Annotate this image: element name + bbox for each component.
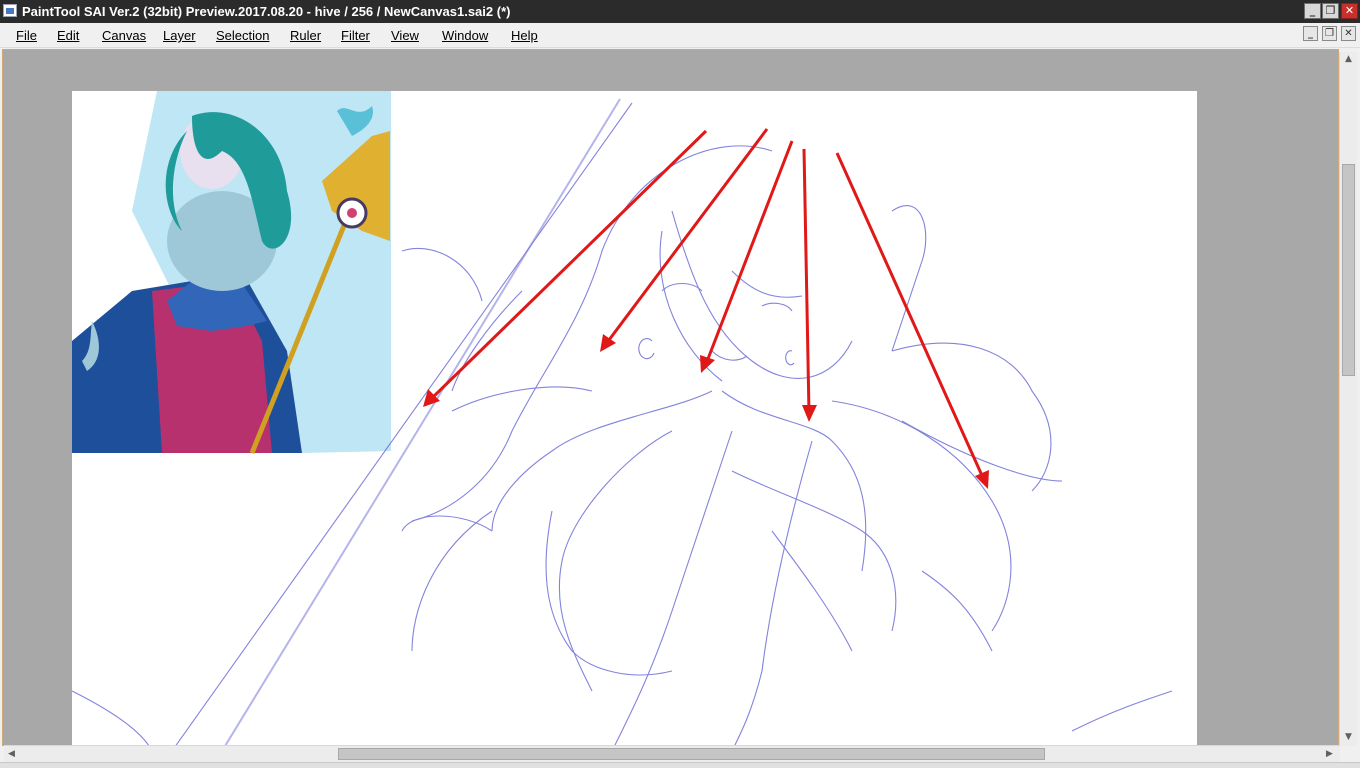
reference-image [72, 91, 391, 454]
menu-edit[interactable]: Edit [57, 28, 79, 43]
chevron-down-icon: ▼ [1345, 732, 1352, 742]
maximize-button[interactable]: ❐ [1322, 3, 1339, 19]
chevron-up-icon: ▲ [1345, 54, 1352, 64]
menu-bar: File Edit Canvas Layer Selection Ruler F… [0, 23, 1360, 48]
drawing-canvas[interactable] [72, 91, 1197, 745]
arrow-2 [600, 128, 769, 352]
scroll-down-button[interactable]: ▼ [1340, 730, 1357, 745]
menu-ruler[interactable]: Ruler [290, 28, 321, 43]
title-bar: PaintTool SAI Ver.2 (32bit) Preview.2017… [0, 0, 1360, 23]
app-icon[interactable] [3, 4, 17, 17]
restore-icon: ❐ [1325, 4, 1336, 17]
horizontal-scroll-thumb[interactable] [338, 748, 1045, 760]
menu-canvas[interactable]: Canvas [102, 28, 146, 43]
minimize-button[interactable]: _ [1304, 3, 1321, 19]
menu-help[interactable]: Help [511, 28, 538, 43]
chevron-right-icon: ▶ [1326, 749, 1333, 759]
annotation-arrows [423, 128, 989, 489]
canvas-artwork [72, 91, 1173, 745]
minimize-icon: _ [1308, 28, 1313, 39]
menu-file[interactable]: File [16, 28, 37, 43]
document-minimize-button[interactable]: _ [1303, 26, 1318, 41]
menu-window[interactable]: Window [442, 28, 488, 43]
arrow-4 [802, 148, 817, 422]
menu-view[interactable]: View [391, 28, 419, 43]
horizontal-scrollbar[interactable]: ◀ ▶ [4, 745, 1340, 762]
restore-icon: ❐ [1325, 28, 1334, 39]
close-icon: ✕ [1344, 4, 1355, 17]
canvas-workspace[interactable] [2, 49, 1339, 746]
arrow-5 [835, 152, 989, 489]
close-button[interactable]: ✕ [1341, 3, 1358, 19]
document-close-button[interactable]: ✕ [1341, 26, 1356, 41]
minimize-icon: _ [1309, 4, 1316, 17]
vertical-scrollbar[interactable]: ▲ ▼ [1339, 52, 1357, 746]
scroll-left-button[interactable]: ◀ [4, 746, 19, 762]
scroll-right-button[interactable]: ▶ [1322, 746, 1337, 762]
scroll-up-button[interactable]: ▲ [1340, 52, 1357, 67]
document-restore-button[interactable]: ❐ [1322, 26, 1337, 41]
chevron-left-icon: ◀ [8, 749, 15, 759]
menu-selection[interactable]: Selection [216, 28, 269, 43]
vertical-scroll-thumb[interactable] [1342, 164, 1355, 376]
close-icon: ✕ [1344, 28, 1353, 39]
status-bar [0, 762, 1360, 768]
menu-layer[interactable]: Layer [163, 28, 196, 43]
window-title: PaintTool SAI Ver.2 (32bit) Preview.2017… [22, 4, 511, 19]
menu-filter[interactable]: Filter [341, 28, 370, 43]
arrow-3 [700, 140, 794, 373]
